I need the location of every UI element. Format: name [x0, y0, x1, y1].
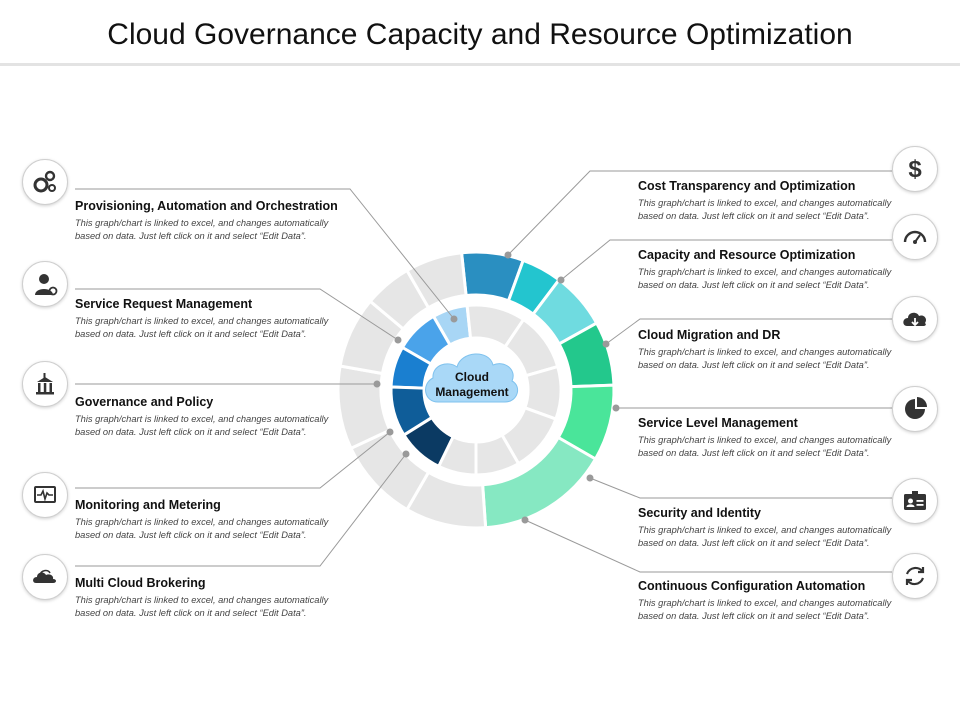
- item-heading: Cloud Migration and DR: [638, 328, 781, 342]
- center-label-line1: Cloud: [455, 370, 489, 384]
- connector-line-10: [589, 477, 892, 499]
- item-description: This graph/chart is linked to excel, and…: [75, 517, 329, 540]
- item-heading: Service Level Management: [638, 416, 798, 430]
- connector-line-4: [75, 431, 391, 489]
- item-security-identity: Security and Identity This graph/chart i…: [638, 506, 908, 549]
- item-heading: Multi Cloud Brokering: [75, 576, 206, 590]
- connector-dot-5: [402, 450, 410, 458]
- item-governance: Governance and Policy This graph/chart i…: [75, 395, 345, 438]
- connector-dot-4: [386, 428, 394, 436]
- item-heading: Service Request Management: [75, 297, 253, 311]
- government-building-icon: [22, 361, 68, 407]
- item-description: This graph/chart is linked to excel, and…: [75, 414, 329, 437]
- connector-dot-8: [602, 340, 610, 348]
- connector-dot-6: [504, 251, 512, 259]
- item-heading: Provisioning, Automation and Orchestrati…: [75, 199, 338, 213]
- item-heading: Governance and Policy: [75, 395, 214, 409]
- connector-dot-9: [612, 404, 620, 412]
- item-description: This graph/chart is linked to excel, and…: [638, 525, 892, 548]
- item-monitoring: Monitoring and Metering This graph/chart…: [75, 498, 345, 541]
- item-description: This graph/chart is linked to excel, and…: [638, 347, 892, 370]
- item-provisioning: Provisioning, Automation and Orchestrati…: [75, 199, 345, 242]
- item-description: This graph/chart is linked to excel, and…: [638, 198, 892, 221]
- item-description: This graph/chart is linked to excel, and…: [75, 595, 329, 618]
- item-heading: Continuous Configuration Automation: [638, 579, 866, 593]
- item-description: This graph/chart is linked to excel, and…: [75, 316, 329, 339]
- item-cloud-migration: Cloud Migration and DR This graph/chart …: [638, 328, 908, 371]
- item-service-request: Service Request Management This graph/ch…: [75, 297, 345, 340]
- item-description: This graph/chart is linked to excel, and…: [638, 435, 892, 458]
- connector-dot-3: [373, 380, 381, 388]
- item-cost-transparency: Cost Transparency and Optimization This …: [638, 179, 908, 222]
- item-heading: Security and Identity: [638, 506, 761, 520]
- monitor-pulse-icon: [22, 472, 68, 518]
- item-heading: Capacity and Resource Optimization: [638, 248, 856, 262]
- multi-cloud-icon: [22, 554, 68, 600]
- item-heading: Monitoring and Metering: [75, 498, 221, 512]
- connector-dot-1: [450, 315, 458, 323]
- item-description: This graph/chart is linked to excel, and…: [638, 267, 892, 290]
- connector-dot-2: [394, 336, 402, 344]
- item-description: This graph/chart is linked to excel, and…: [75, 218, 329, 241]
- item-multi-cloud: Multi Cloud Brokering This graph/chart i…: [75, 576, 345, 619]
- support-agent-icon: [22, 261, 68, 307]
- item-capacity-optimization: Capacity and Resource Optimization This …: [638, 248, 908, 291]
- center-label: Cloud Management: [420, 370, 524, 400]
- item-description: This graph/chart is linked to excel, and…: [638, 598, 892, 621]
- item-continuous-configuration: Continuous Configuration Automation This…: [638, 579, 908, 622]
- svg-text:$: $: [908, 156, 922, 183]
- gears-icon: [22, 159, 68, 205]
- connector-dot-10: [586, 474, 594, 482]
- item-heading: Cost Transparency and Optimization: [638, 179, 856, 193]
- item-service-level: Service Level Management This graph/char…: [638, 416, 908, 459]
- connector-dot-7: [557, 276, 565, 284]
- center-label-line2: Management: [435, 385, 509, 399]
- connector-dot-11: [521, 516, 529, 524]
